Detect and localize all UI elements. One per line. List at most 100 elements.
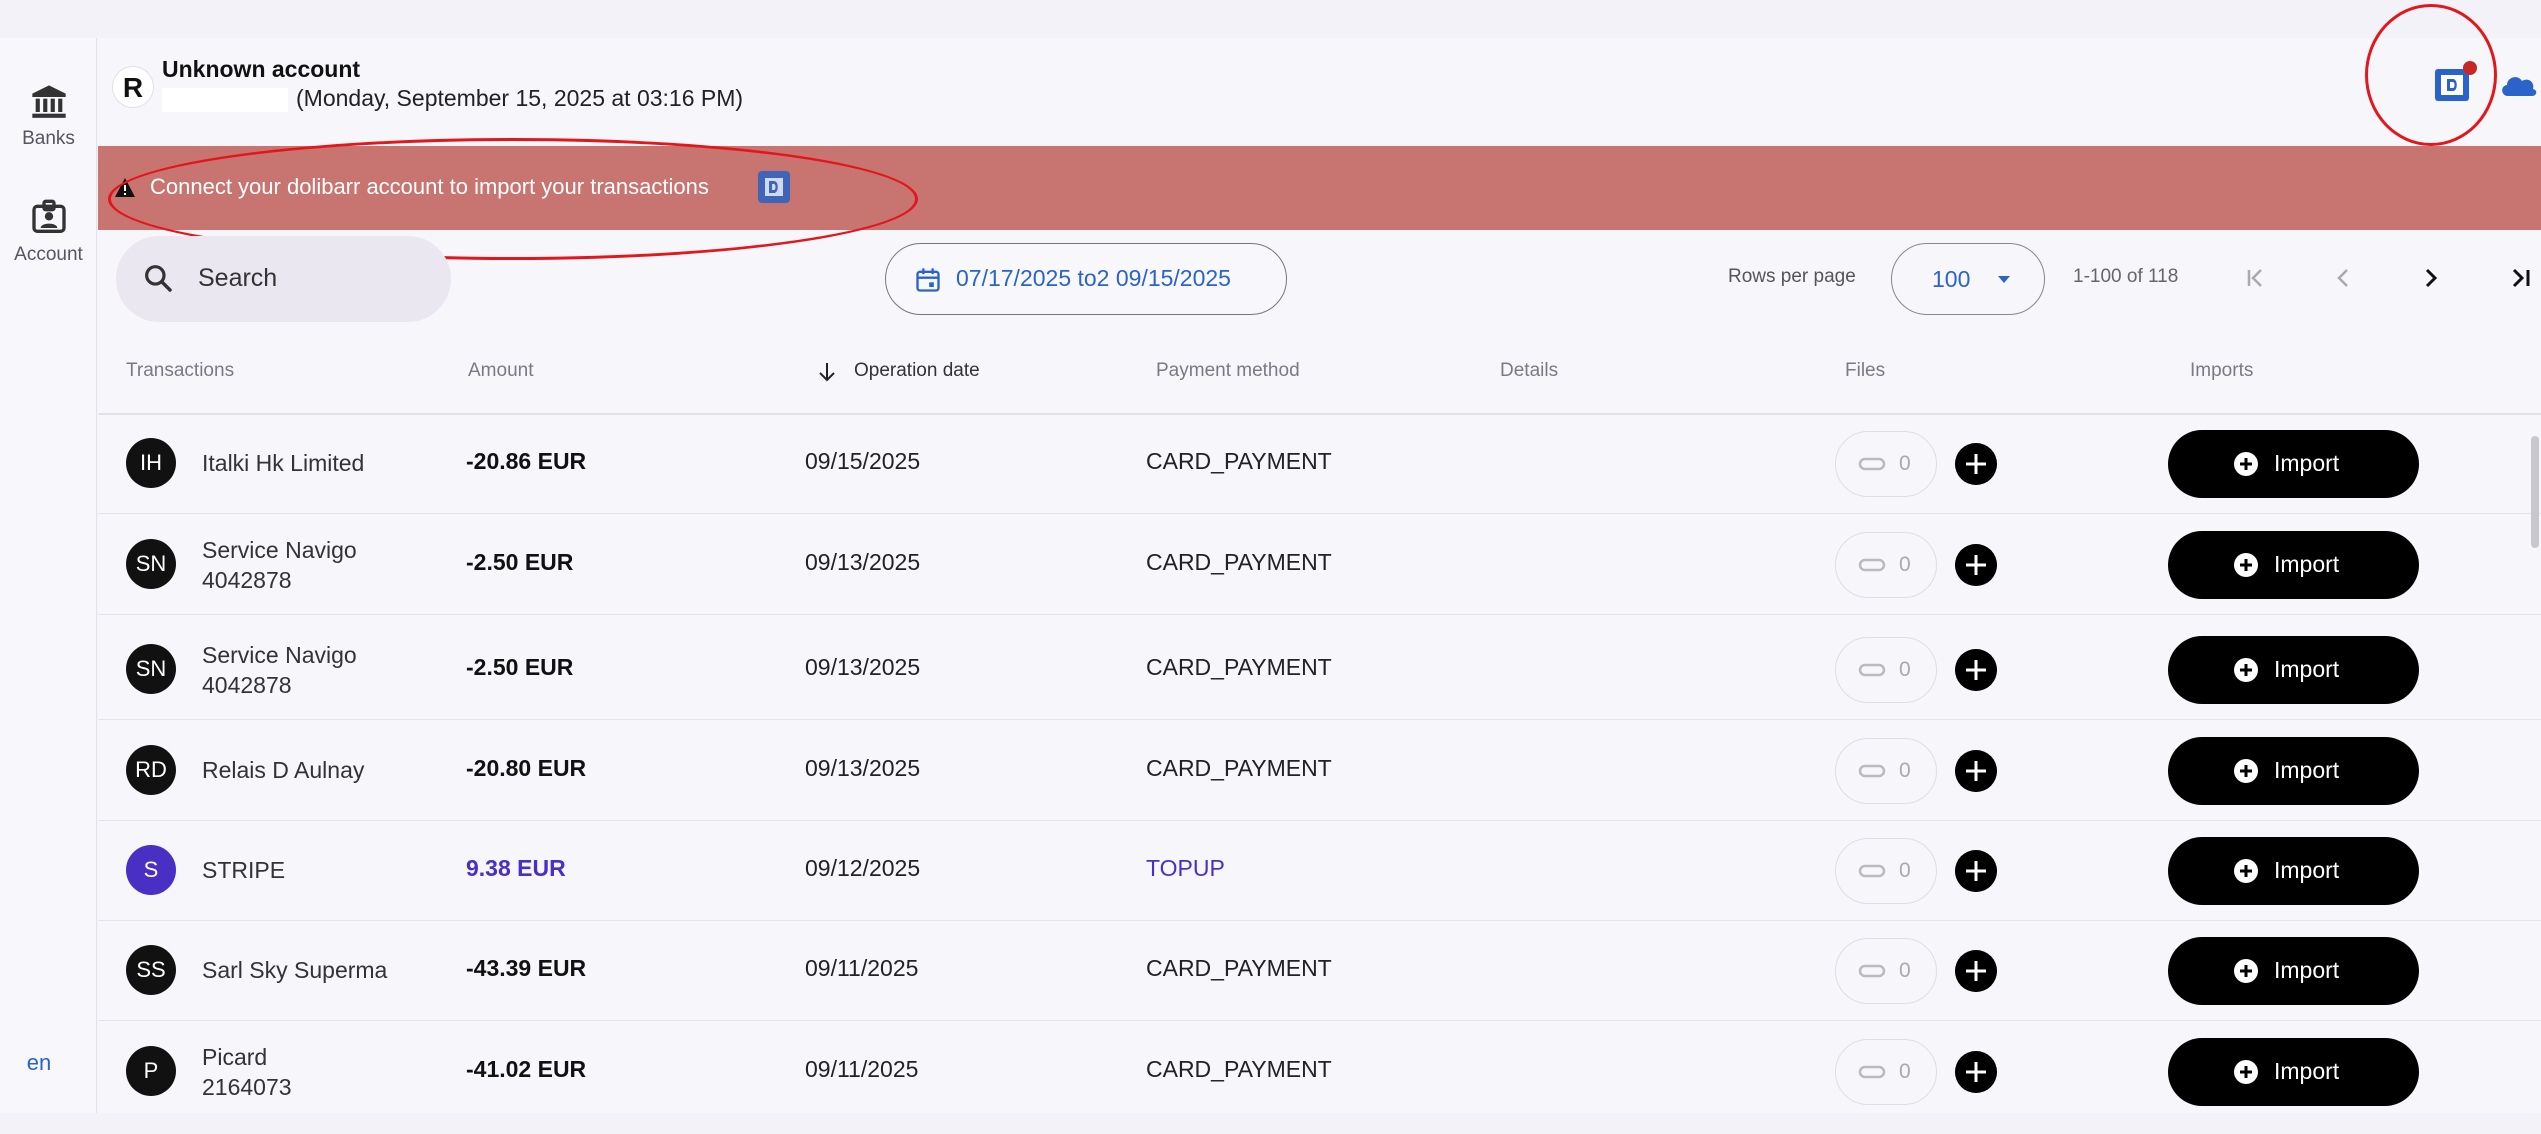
transaction-name-line: Picard	[202, 1044, 268, 1070]
add-file-icon[interactable]	[1955, 950, 1997, 992]
column-header-details[interactable]: Details	[1500, 360, 1558, 382]
add-file-icon[interactable]	[1955, 649, 1997, 691]
column-header-amount[interactable]: Amount	[468, 360, 533, 382]
add-file-icon[interactable]	[1955, 544, 1997, 586]
transaction-avatar: SN	[126, 644, 176, 694]
payment-method: CARD_PAYMENT	[1146, 955, 1332, 981]
plus-circle-icon	[2234, 959, 2258, 983]
import-button-label: Import	[2274, 656, 2340, 682]
attachment-icon	[1858, 558, 1886, 572]
payment-method: CARD_PAYMENT	[1146, 448, 1332, 474]
caret-down-icon	[1998, 276, 2010, 283]
sidebar-item-label: Account	[14, 244, 83, 265]
calendar-icon	[916, 268, 940, 292]
files-count: 0	[1899, 959, 1911, 982]
sidebar-item-account[interactable]: Account	[0, 198, 97, 266]
column-header-imports[interactable]: Imports	[2190, 360, 2253, 382]
table-row[interactable]: RD Relais D Aulnay -20.80 EUR 09/13/2025…	[98, 721, 2541, 821]
import-button[interactable]: Import	[2168, 737, 2419, 805]
app-window: Banks Account en R Unknown account (Mond…	[0, 0, 2541, 1134]
plus-circle-icon	[2234, 452, 2258, 476]
files-count-button[interactable]: 0	[1835, 938, 1937, 1004]
transaction-date: 09/15/2025	[805, 448, 921, 474]
transaction-avatar: S	[126, 845, 176, 895]
column-header-operation-date[interactable]: Operation date	[854, 360, 980, 382]
add-file-icon[interactable]	[1955, 443, 1997, 485]
search-icon	[145, 265, 172, 292]
sidebar-item-banks[interactable]: Banks	[0, 82, 97, 150]
page-title: Unknown account	[162, 56, 361, 82]
files-count-button[interactable]: 0	[1835, 838, 1937, 904]
import-button[interactable]: Import	[2168, 531, 2419, 599]
transaction-amount: -20.80 EUR	[466, 755, 587, 781]
pagination-range: 1-100 of 118	[2073, 266, 2179, 287]
previous-page-icon[interactable]	[2323, 258, 2363, 298]
account-timestamp: (Monday, September 15, 2025 at 03:16 PM)	[296, 85, 744, 111]
cloud-icon[interactable]	[2498, 68, 2538, 102]
transaction-name: Service Navigo 4042878	[202, 535, 357, 595]
attachment-icon	[1858, 964, 1886, 978]
import-button[interactable]: Import	[2168, 937, 2419, 1005]
sidebar-item-label: Banks	[22, 128, 75, 149]
next-page-icon[interactable]	[2411, 258, 2451, 298]
add-file-icon[interactable]	[1955, 850, 1997, 892]
import-button-label: Import	[2274, 551, 2340, 577]
files-count: 0	[1899, 658, 1911, 681]
transaction-name: STRIPE	[202, 857, 286, 883]
sort-arrow-down-icon[interactable]	[816, 360, 838, 384]
files-count-button[interactable]: 0	[1835, 738, 1937, 804]
scrollbar[interactable]	[2531, 436, 2539, 548]
transaction-amount: 9.38 EUR	[466, 855, 566, 881]
date-range-picker[interactable]: 07/17/2025 to2 09/15/2025	[885, 243, 1287, 315]
transaction-name: Service Navigo 4042878	[202, 640, 357, 700]
files-count-button[interactable]: 0	[1835, 532, 1937, 598]
payment-method: TOPUP	[1146, 855, 1225, 881]
transaction-date: 09/13/2025	[805, 549, 921, 575]
files-count: 0	[1899, 859, 1911, 882]
date-range-label: 07/17/2025 to2 09/15/2025	[956, 265, 1231, 291]
transaction-avatar: IH	[126, 438, 176, 488]
import-button[interactable]: Import	[2168, 1038, 2419, 1106]
column-header-files[interactable]: Files	[1845, 360, 1885, 382]
transaction-name: Picard 2164073	[202, 1042, 292, 1102]
files-count-button[interactable]: 0	[1835, 637, 1937, 703]
table-row[interactable]: S STRIPE 9.38 EUR 09/12/2025 TOPUP 0 Imp…	[98, 821, 2541, 921]
transaction-date: 09/13/2025	[805, 654, 921, 680]
transaction-amount: -41.02 EUR	[466, 1056, 587, 1082]
rows-per-page-select[interactable]: 100	[1891, 243, 2045, 315]
transaction-amount: -43.39 EUR	[466, 955, 587, 981]
last-page-icon[interactable]	[2500, 258, 2540, 298]
table-row[interactable]: SN Service Navigo 4042878 -2.50 EUR 09/1…	[98, 620, 2541, 720]
table-row[interactable]: P Picard 2164073 -41.02 EUR 09/11/2025 C…	[98, 1022, 2541, 1122]
transaction-avatar: SS	[126, 945, 176, 995]
import-button[interactable]: Import	[2168, 837, 2419, 905]
add-file-icon[interactable]	[1955, 1051, 1997, 1093]
table-row[interactable]: IH Italki Hk Limited -20.86 EUR 09/15/20…	[98, 414, 2541, 514]
main-panel: R Unknown account (Monday, September 15,…	[98, 4, 2541, 1113]
files-count: 0	[1899, 452, 1911, 475]
attachment-icon	[1858, 457, 1886, 471]
transaction-reference: 2164073	[202, 1074, 292, 1100]
column-header-payment-method[interactable]: Payment method	[1156, 360, 1300, 382]
files-count-button[interactable]: 0	[1835, 1039, 1937, 1105]
search-box[interactable]	[116, 236, 451, 322]
language-selector[interactable]: en	[0, 1050, 78, 1076]
column-header-transactions[interactable]: Transactions	[126, 360, 234, 382]
table-row[interactable]: SN Service Navigo 4042878 -2.50 EUR 09/1…	[98, 515, 2541, 615]
import-button[interactable]: Import	[2168, 636, 2419, 704]
table-row[interactable]: SS Sarl Sky Superma -43.39 EUR 09/11/202…	[98, 921, 2541, 1021]
transaction-amount: -2.50 EUR	[466, 549, 574, 575]
import-button-label: Import	[2274, 857, 2340, 883]
search-input[interactable]	[198, 258, 428, 298]
files-count: 0	[1899, 759, 1911, 782]
payment-method: CARD_PAYMENT	[1146, 755, 1332, 781]
import-button[interactable]: Import	[2168, 430, 2419, 498]
import-button-label: Import	[2274, 450, 2340, 476]
add-file-icon[interactable]	[1955, 750, 1997, 792]
first-page-icon[interactable]	[2236, 258, 2276, 298]
transaction-name-line: Service Navigo	[202, 537, 357, 563]
payment-method: CARD_PAYMENT	[1146, 1056, 1332, 1082]
files-count-button[interactable]: 0	[1835, 431, 1937, 497]
transaction-reference: 4042878	[202, 567, 292, 593]
plus-circle-icon	[2234, 859, 2258, 883]
